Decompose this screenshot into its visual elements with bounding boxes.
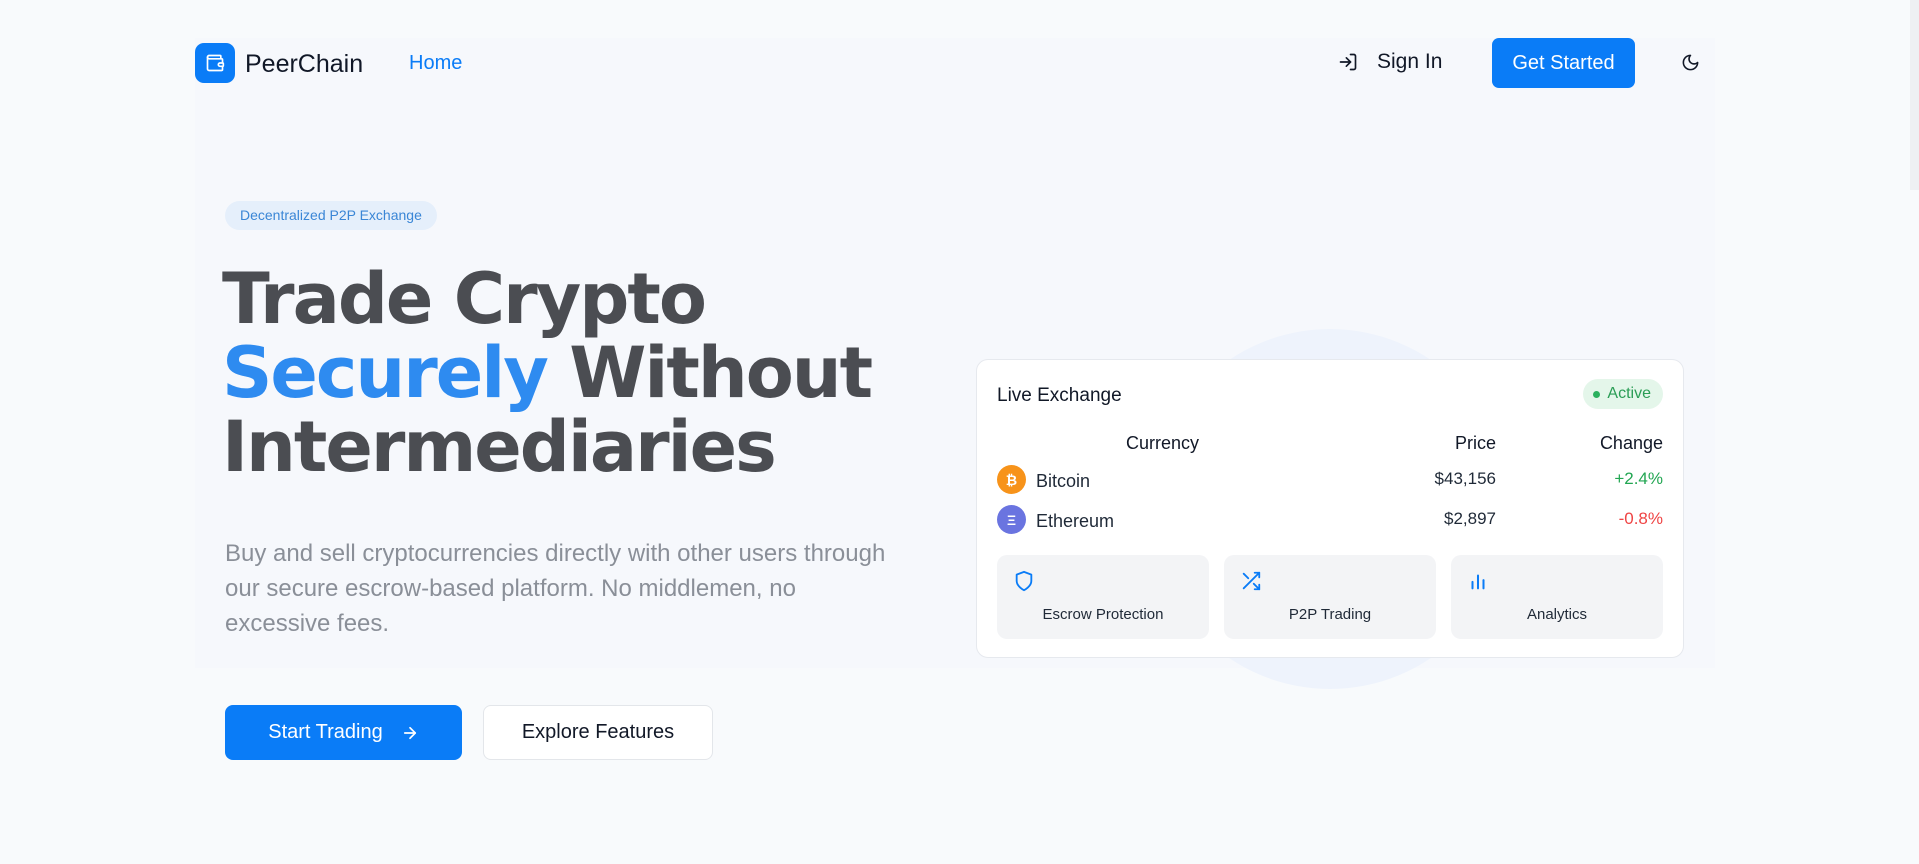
hero-subtext: Buy and sell cryptocurrencies directly w… [225,540,886,637]
feature-escrow-protection[interactable]: Escrow Protection [997,555,1209,639]
feature-label: Escrow Protection [1042,606,1164,623]
card-title: Live Exchange [997,385,1122,406]
theme-toggle-button[interactable] [1678,50,1702,74]
ethereum-icon: Ξ [997,505,1026,534]
coin-change: +2.4% [1614,469,1663,488]
status-badge: Active [1583,379,1663,409]
start-trading-button[interactable]: Start Trading [225,705,462,760]
shuffle-icon [1242,571,1261,591]
log-in-icon [1339,53,1357,71]
top-navbar: PeerChain Home Sign In Get Started [0,0,1919,128]
get-started-button[interactable]: Get Started [1492,38,1635,88]
status-dot-icon [1593,390,1601,398]
bitcoin-icon: ₿ [997,465,1026,494]
live-exchange-card: Live Exchange Active Currency Price Chan… [976,359,1684,658]
column-header-change: Change [1599,433,1663,453]
bar-chart-icon [1471,574,1485,590]
brand-name[interactable]: PeerChain [245,50,363,79]
feature-p2p-trading[interactable]: P2P Trading [1224,555,1436,639]
table-row[interactable]: ₿ Bitcoin $43,156 +2.4% [997,465,1663,495]
table-row[interactable]: Ξ Ethereum $2,897 -0.8% [997,505,1663,535]
coin-price: $43,156 [1434,469,1496,488]
nav-link-home[interactable]: Home [409,52,462,75]
wallet-logo-icon[interactable] [195,43,235,83]
arrow-right-icon [403,726,416,739]
feature-label: P2P Trading [1288,606,1372,623]
coin-name: Bitcoin [1036,471,1091,491]
start-trading-label: Start Trading [268,721,383,743]
coin-price: $2,897 [1444,509,1496,528]
column-header-price: Price [1454,433,1496,453]
headline-line-2-rest: Without [546,332,873,414]
sign-in-link[interactable]: Sign In [1338,50,1442,74]
headline-line-1: Trade Crypto [222,258,707,340]
column-header-currency: Currency [1126,433,1200,453]
feature-tiles: Escrow Protection P2P Trading Analytics [997,555,1663,639]
scrollbar[interactable] [1910,0,1919,190]
feature-label: Analytics [1526,606,1588,623]
sign-in-label: Sign In [1377,50,1443,73]
status-label: Active [1607,385,1651,402]
headline-accent: Securely [222,332,549,414]
feature-analytics[interactable]: Analytics [1451,555,1663,639]
explore-features-button[interactable]: Explore Features [483,705,713,760]
coin-change: -0.8% [1618,509,1663,528]
shield-icon [1015,570,1033,592]
moon-icon [1682,54,1698,70]
coin-name: Ethereum [1036,511,1115,531]
hero-headline: Trade Crypto Securely Without Intermedia… [222,262,942,484]
headline-line-3: Intermediaries [222,406,777,488]
hero-badge: Decentralized P2P Exchange [225,201,437,230]
